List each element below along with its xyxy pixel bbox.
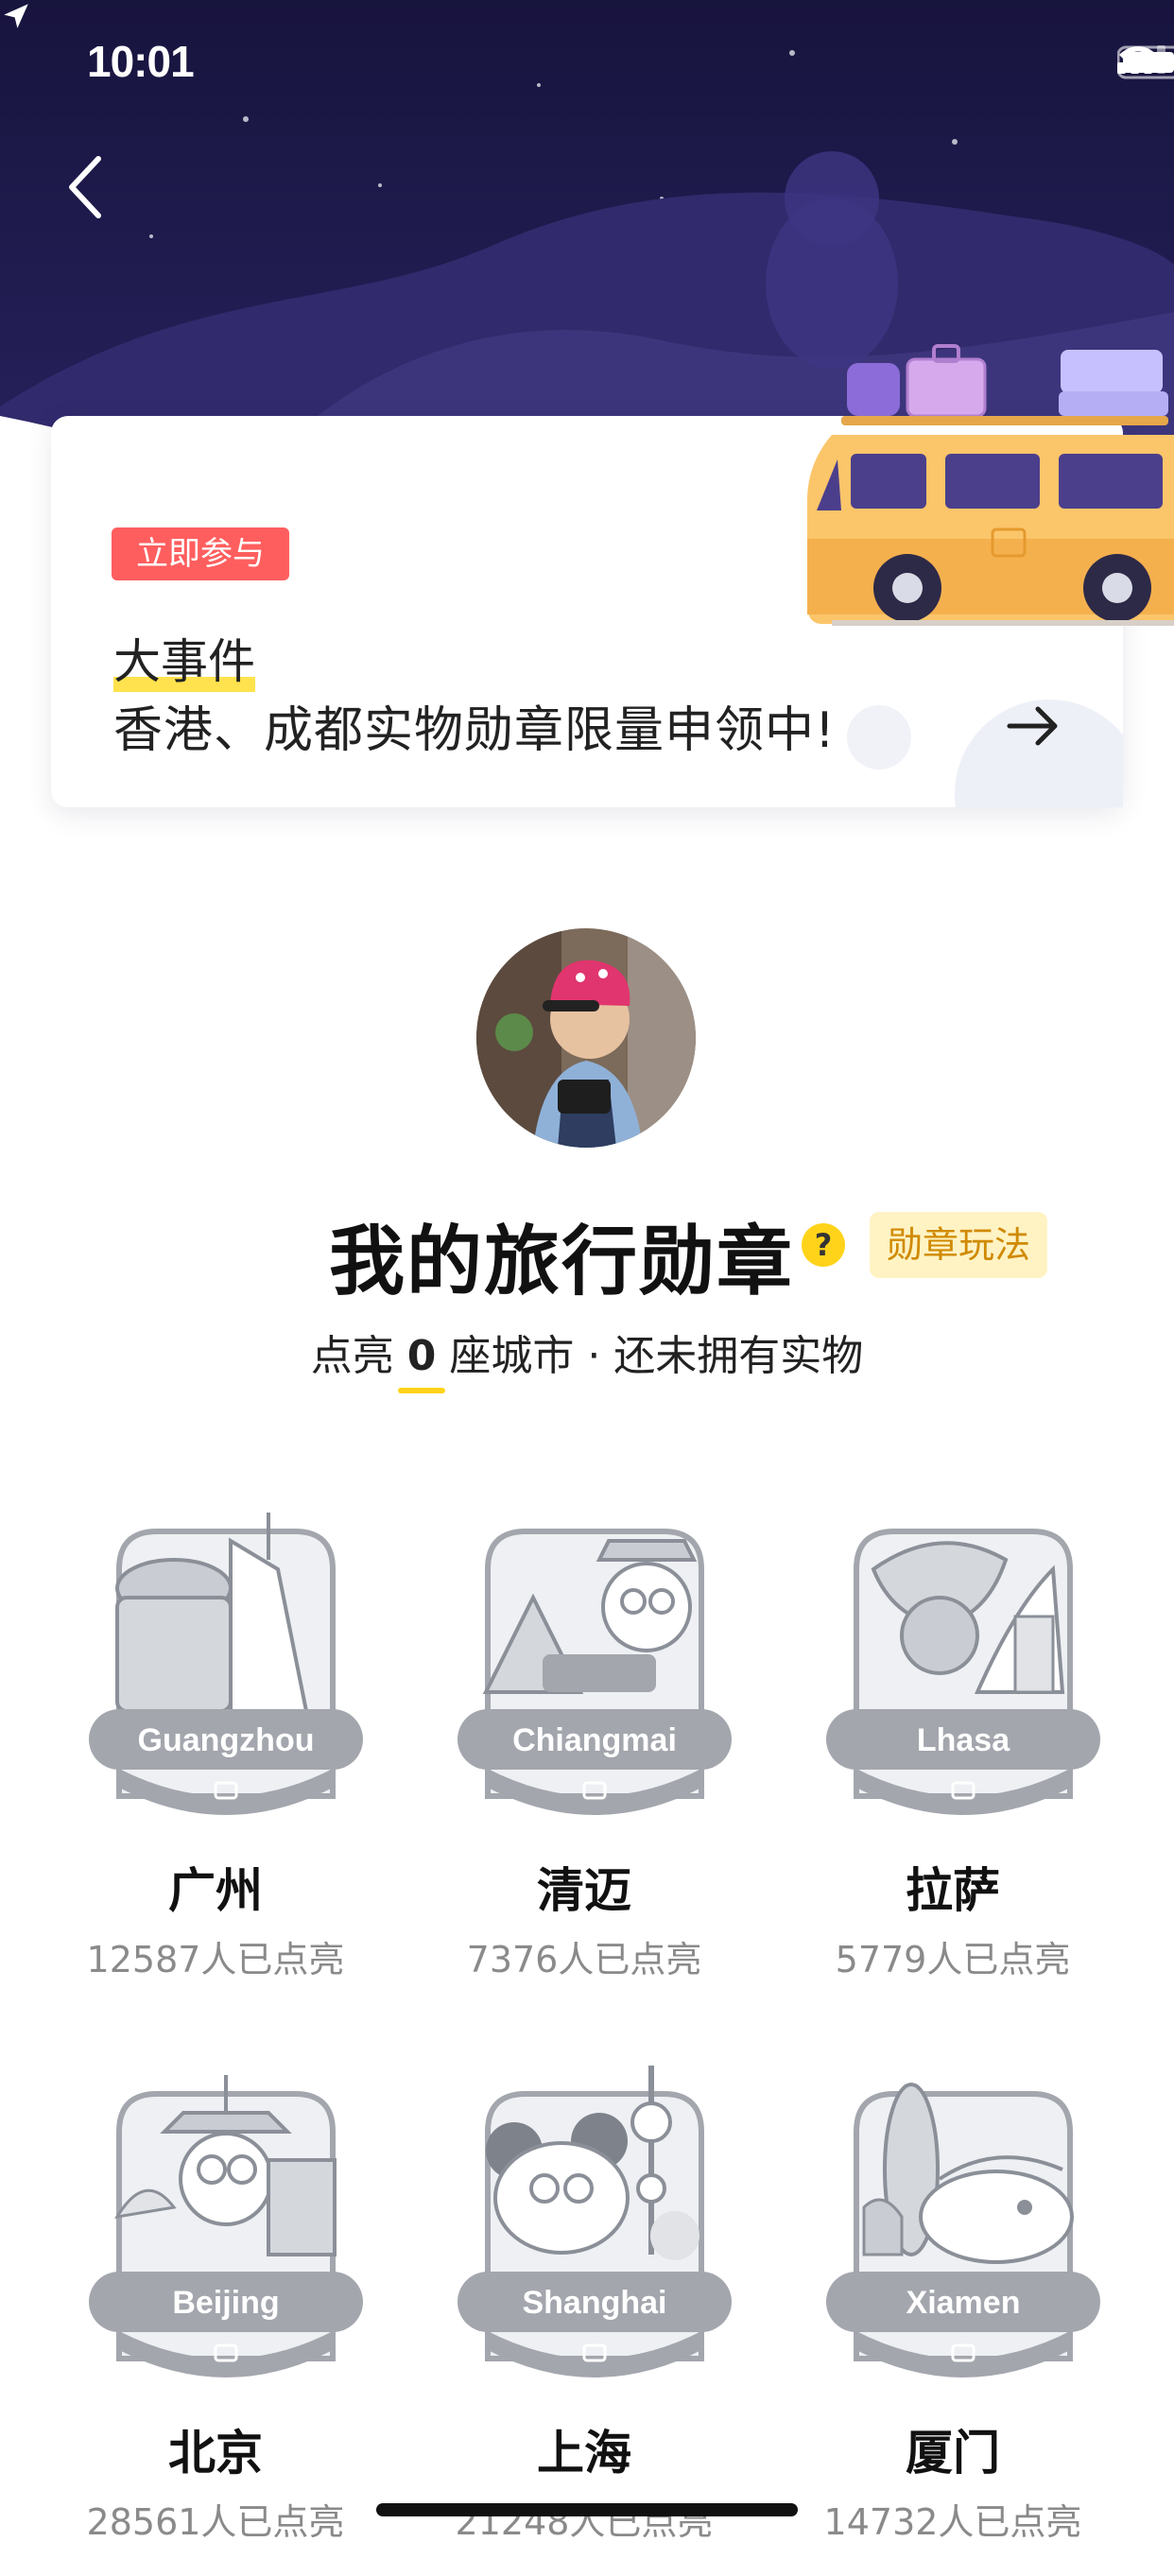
badge-en-label: Shanghai [522,2285,666,2321]
arrow-right-icon[interactable] [1004,700,1062,752]
badge-xiamen[interactable]: Xiamen 厦门 14732人已点亮 [792,2066,1114,2576]
chevron-left-icon [69,156,101,218]
badge-beijing[interactable]: Beijing 北京 28561人已点亮 [55,2066,376,2576]
summary-prefix: 点亮 [310,1332,394,1380]
xiamen-badge-icon: Xiamen [826,2083,1100,2377]
badge-en-label: Beijing [172,2285,279,2321]
help-icon[interactable]: ? [802,1223,845,1267]
badge-city-name: 厦门 [906,2426,1000,2481]
travel-van-illustration [807,344,1174,626]
badge-city-name: 北京 [168,2426,263,2481]
summary-suffix: 座城市 · 还未拥有实物 [449,1332,864,1380]
avatar[interactable] [476,928,696,1148]
status-bar: 10:01 [0,0,1174,128]
badge-lit-count: 5779人已点亮 [835,1939,1071,1980]
badge-en-label: Lhasa [917,1722,1010,1758]
badge-summary: 点亮 0 座城市 · 还未拥有实物 [0,1322,1174,1382]
event-title: 大事件 [113,624,255,692]
badge-en-label: Chiangmai [512,1722,677,1758]
badge-city-name: 广州 [168,1863,263,1918]
badge-city-name: 清迈 [537,1863,631,1918]
status-time: 10:01 [87,37,195,86]
badge-lhasa[interactable]: Lhasa 拉萨 5779人已点亮 [792,1503,1114,2014]
guangzhou-badge-icon: Guangzhou [89,1513,363,1815]
badge-lit-count: 7376人已点亮 [466,1939,702,1980]
badge-en-label: Guangzhou [138,1722,315,1758]
beijing-badge-icon: Beijing [89,2075,363,2377]
child-photo-avatar [476,928,696,1148]
event-description: 香港、成都实物勋章限量申领中! [113,702,836,759]
location-arrow-icon [4,4,28,28]
lit-city-count: 0 [406,1332,437,1380]
badge-guangzhou[interactable]: Guangzhou 广州 12587人已点亮 [55,1503,376,2014]
badge-city-name: 上海 [537,2426,631,2481]
badge-city-name: 拉萨 [906,1863,1000,1918]
chiangmai-badge-icon: Chiangmai [458,1529,732,1815]
badge-lit-count: 14732人已点亮 [823,2501,1082,2543]
join-now-tag[interactable]: 立即参与 [112,527,289,580]
bubble-decoration [847,705,911,769]
badge-rules-button[interactable]: 勋章玩法 [870,1212,1048,1278]
home-indicator[interactable] [376,2503,798,2516]
badge-lit-count: 12587人已点亮 [86,1939,345,1980]
back-button[interactable] [57,149,123,225]
lhasa-badge-icon: Lhasa [826,1529,1100,1815]
badge-lit-count: 21248人已点亮 [455,2501,714,2543]
badge-chiangmai[interactable]: Chiangmai 清迈 7376人已点亮 [423,1503,745,2014]
page-title: 我的旅行勋章 [329,1218,794,1305]
battery-icon [1117,45,1174,79]
shanghai-badge-icon: Shanghai [458,2066,732,2377]
badge-lit-count: 28561人已点亮 [86,2501,345,2543]
title-row: 我的旅行勋章 ? 勋章玩法 [0,1201,1174,1305]
badge-en-label: Xiamen [906,2285,1021,2321]
badge-shanghai[interactable]: Shanghai 上海 21248人已点亮 [423,2066,745,2576]
